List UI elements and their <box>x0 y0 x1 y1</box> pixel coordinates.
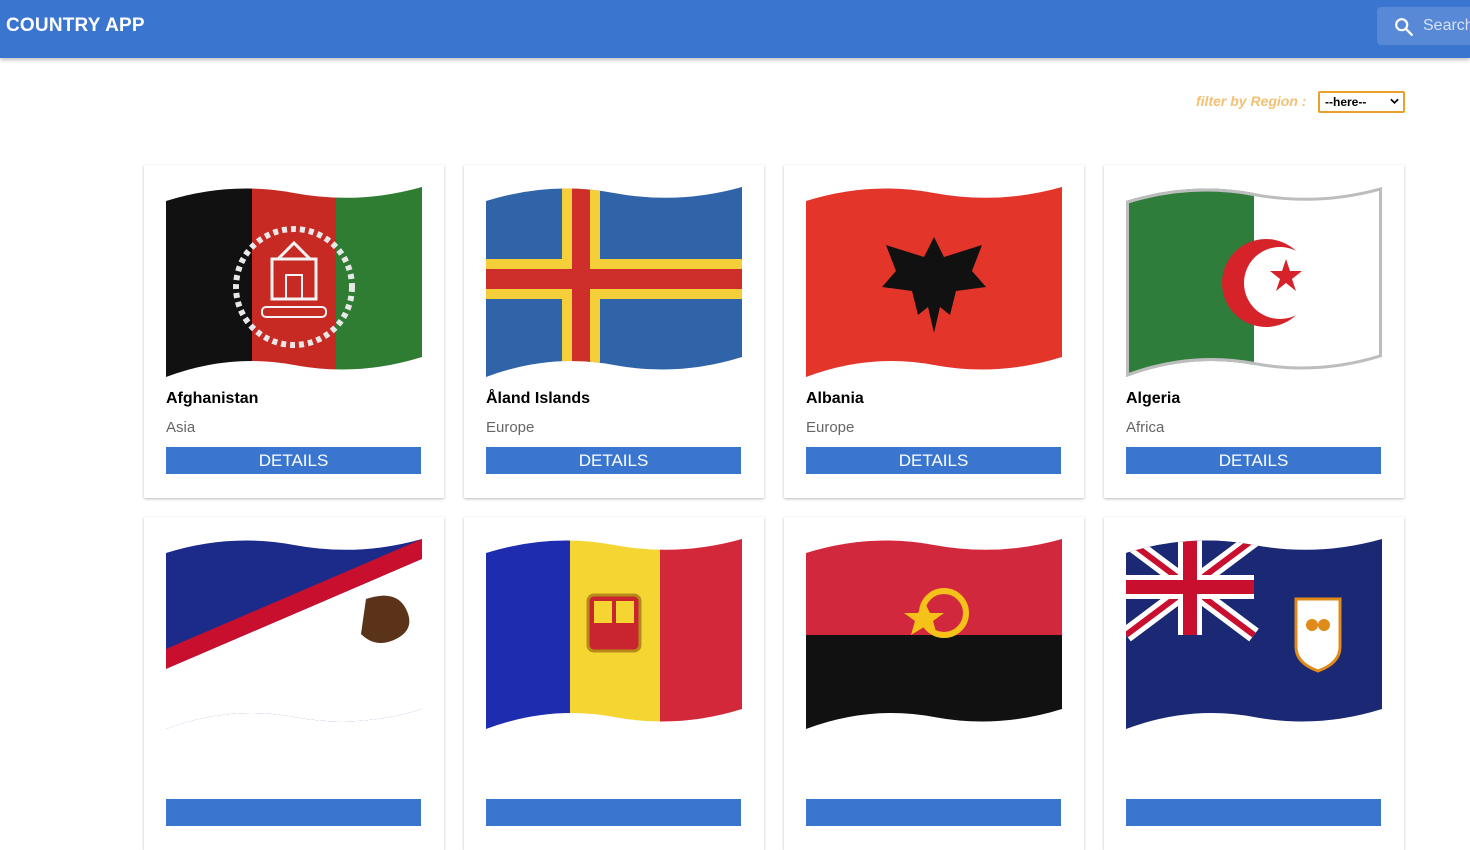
country-card <box>1104 517 1404 850</box>
details-button[interactable]: DETAILS <box>166 447 421 474</box>
region-filter-select[interactable]: --here-- <box>1318 91 1405 113</box>
app-bar: COUNTRY APP <box>0 0 1470 58</box>
chevron-down-icon <box>1390 98 1399 104</box>
albania-flag-image <box>806 187 1062 377</box>
aland-islands-flag-image <box>486 187 742 377</box>
country-card: Åland Islands Europe DETAILS <box>464 165 764 498</box>
details-button[interactable] <box>486 799 741 826</box>
filter-label: filter by Region : <box>1196 93 1307 109</box>
details-button[interactable] <box>166 799 421 826</box>
search-icon <box>1395 18 1413 36</box>
country-card: Afghanistan Asia DETAILS <box>144 165 444 498</box>
country-region: Europe <box>806 419 855 436</box>
angola-flag-image <box>806 539 1062 729</box>
details-button[interactable] <box>806 799 1061 826</box>
country-name: Afghanistan <box>166 390 259 407</box>
country-name: Algeria <box>1126 390 1181 407</box>
country-card <box>144 517 444 850</box>
american-samoa-flag-image <box>166 539 422 729</box>
afghanistan-flag-image <box>166 187 422 377</box>
country-region: Africa <box>1126 419 1165 436</box>
country-region: Europe <box>486 419 535 436</box>
country-card <box>784 517 1084 850</box>
country-region: Asia <box>166 419 196 436</box>
algeria-flag-image <box>1126 187 1382 377</box>
search-box[interactable] <box>1377 7 1470 45</box>
country-name: Albania <box>806 390 864 407</box>
details-button[interactable]: DETAILS <box>1126 447 1381 474</box>
region-filter-value: --here-- <box>1325 95 1367 109</box>
country-card: Albania Europe DETAILS <box>784 165 1084 498</box>
details-button[interactable] <box>1126 799 1381 826</box>
country-card: Algeria Africa DETAILS <box>1104 165 1404 498</box>
andorra-flag-image <box>486 539 742 729</box>
app-title: COUNTRY APP <box>6 15 145 36</box>
country-card <box>464 517 764 850</box>
anguilla-flag-image <box>1126 539 1382 729</box>
details-button[interactable]: DETAILS <box>806 447 1061 474</box>
search-input[interactable] <box>1423 13 1470 39</box>
country-name: Åland Islands <box>486 390 591 407</box>
details-button[interactable]: DETAILS <box>486 447 741 474</box>
